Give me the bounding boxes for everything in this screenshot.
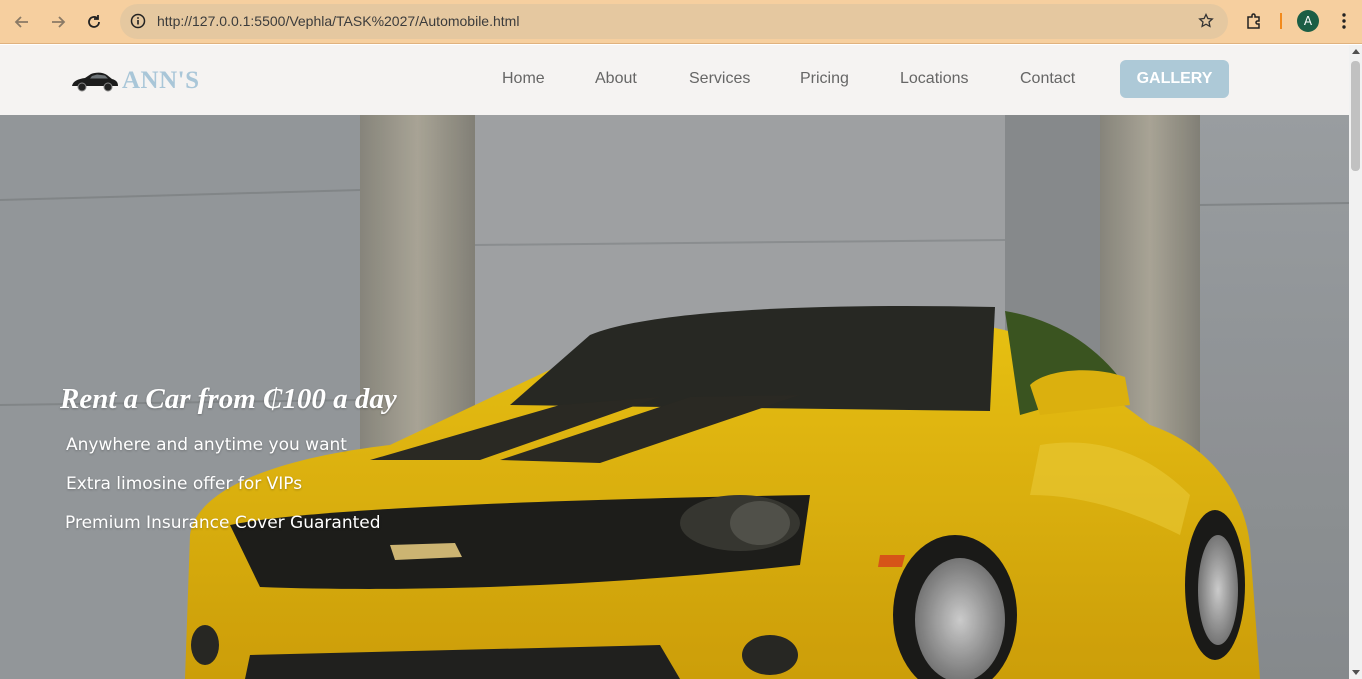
page-viewport: ANN'S Home About Services Pricing Locati…: [0, 45, 1349, 679]
scroll-down-icon[interactable]: [1352, 670, 1360, 675]
nav-home[interactable]: Home: [502, 70, 545, 88]
gallery-button[interactable]: GALLERY: [1120, 60, 1229, 98]
profile-avatar[interactable]: A: [1297, 10, 1319, 32]
hero-title: Rent a Car from ₵100 a day: [60, 383, 397, 415]
hero-section: Rent a Car from ₵100 a day Anywhere and …: [0, 115, 1349, 679]
url-text[interactable]: http://127.0.0.1:5500/Vephla/TASK%2027/A…: [157, 13, 519, 29]
info-icon[interactable]: [128, 11, 148, 31]
site-header: ANN'S Home About Services Pricing Locati…: [0, 45, 1349, 115]
address-bar[interactable]: http://127.0.0.1:5500/Vephla/TASK%2027/A…: [120, 4, 1228, 39]
back-icon[interactable]: [8, 8, 36, 36]
reload-icon[interactable]: [80, 8, 108, 36]
hero-line-2: Extra limosine offer for VIPs: [66, 474, 303, 494]
site-logo[interactable]: ANN'S: [70, 67, 200, 95]
nav-contact[interactable]: Contact: [1020, 70, 1075, 88]
page-scrollbar[interactable]: [1349, 45, 1362, 679]
nav-services[interactable]: Services: [689, 70, 750, 88]
nav-locations[interactable]: Locations: [900, 70, 969, 88]
extensions-icon[interactable]: [1243, 10, 1265, 32]
star-icon[interactable]: [1196, 11, 1216, 31]
hero-line-1: Anywhere and anytime you want: [66, 435, 347, 455]
nav-about[interactable]: About: [595, 70, 637, 88]
toolbar-divider: [1280, 13, 1282, 29]
hero-line-3: Premium Insurance Cover Guaranted: [65, 513, 381, 533]
forward-icon[interactable]: [44, 8, 72, 36]
menu-icon[interactable]: [1334, 10, 1354, 32]
nav-pricing[interactable]: Pricing: [800, 70, 849, 88]
scroll-up-icon[interactable]: [1352, 49, 1360, 54]
car-logo-icon: [72, 72, 118, 92]
browser-toolbar: http://127.0.0.1:5500/Vephla/TASK%2027/A…: [0, 0, 1362, 44]
scroll-thumb[interactable]: [1351, 61, 1360, 171]
logo-text: ANN'S: [122, 67, 200, 94]
